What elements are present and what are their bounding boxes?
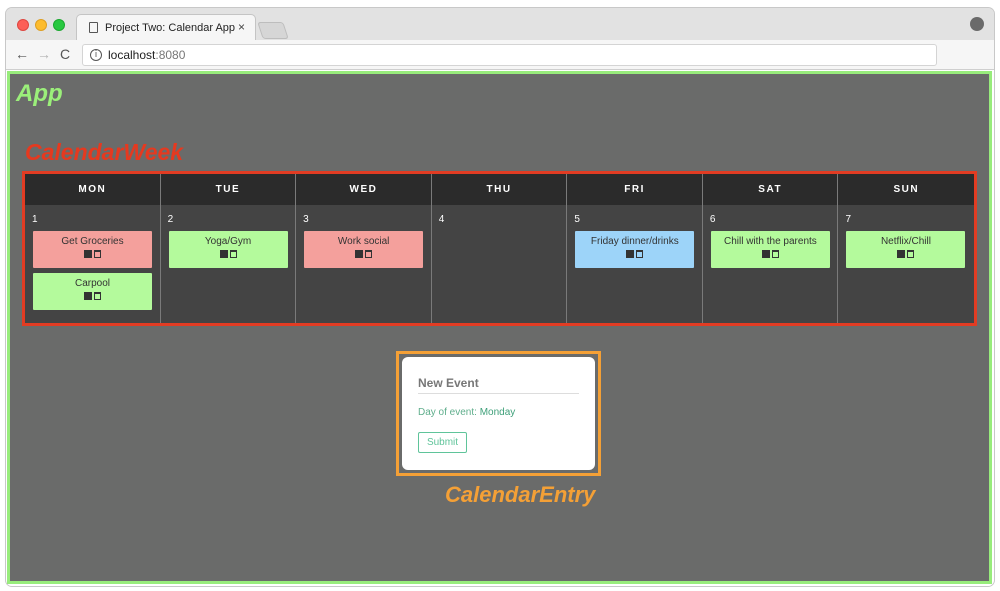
submit-button[interactable]: Submit (418, 432, 467, 453)
day-number: 5 (574, 214, 580, 225)
event-title: Carpool (74, 278, 111, 289)
event-card[interactable]: Netflix/Chill (846, 231, 966, 268)
info-icon[interactable]: i (90, 49, 102, 61)
day-column-fri: FRI 5 Friday dinner/drinks (567, 174, 703, 323)
edit-icon[interactable] (761, 250, 770, 258)
trash-icon[interactable] (636, 250, 644, 258)
event-title-input[interactable]: New Event (418, 376, 579, 394)
event-list: Get Groceries Carpool (33, 231, 152, 315)
day-number: 6 (709, 214, 716, 225)
day-number: 3 (303, 214, 309, 225)
trash-icon[interactable] (907, 250, 915, 258)
edit-icon[interactable] (219, 250, 228, 258)
day-number: 1 (32, 214, 38, 225)
new-tab-button[interactable] (257, 22, 289, 39)
url-text[interactable]: localhost:8080 (108, 48, 185, 62)
edit-icon[interactable] (84, 250, 92, 258)
day-column-mon: MON 1 Get Groceries Carpool (25, 174, 161, 323)
day-column-thu: THU 4 (431, 174, 568, 323)
event-card[interactable]: Friday dinner/drinks (575, 231, 695, 268)
trash-icon[interactable] (229, 250, 237, 258)
browser-toolbar: ← → C i localhost:8080 ☆ ⋮ (6, 40, 994, 70)
reload-icon[interactable]: C (60, 46, 70, 62)
forward-icon[interactable]: → (37, 46, 51, 62)
calendar-week-label: CalendarWeek (25, 139, 184, 165)
day-header: SUN (838, 174, 975, 205)
calendar-week: MON 1 Get Groceries Carpool TUE 2 Yoga/Gym WED 3… (22, 171, 977, 326)
event-card[interactable]: Work social (304, 231, 424, 268)
address-bar[interactable]: i localhost:8080 ☆ ⋮ (82, 44, 937, 66)
event-card[interactable]: Chill with the parents (710, 231, 830, 268)
page-viewport: App CalendarWeek MON 1 Get Groceries Carpoo… (6, 70, 994, 586)
day-of-event-value: Monday (479, 407, 516, 418)
event-actions (33, 250, 152, 259)
day-header: TUE (160, 174, 296, 205)
trash-icon[interactable] (94, 292, 101, 300)
tab-close-icon[interactable]: × (238, 20, 245, 34)
event-title: Chill with the parents (723, 236, 817, 247)
day-column-sun: SUN 7 Netflix/Chill (838, 174, 975, 323)
edit-icon[interactable] (355, 250, 364, 258)
browser-window: Project Two: Calendar App × ← → C i loca… (6, 8, 994, 586)
day-header: WED (296, 174, 431, 205)
app-container: App CalendarWeek MON 1 Get Groceries Carpoo… (7, 71, 992, 584)
maximize-window-button[interactable] (53, 19, 65, 31)
event-list: Netflix/Chill (846, 231, 966, 273)
day-header: SAT (702, 174, 838, 205)
edit-icon[interactable] (897, 250, 906, 258)
back-icon[interactable]: ← (15, 46, 29, 62)
event-actions (33, 292, 152, 301)
browser-tab[interactable]: Project Two: Calendar App × (76, 14, 256, 41)
day-header: THU (431, 174, 567, 205)
minimize-window-button[interactable] (35, 19, 47, 31)
event-title: Yoga/Gym (204, 236, 252, 247)
document-icon (89, 22, 98, 33)
day-of-event: Day of event: Monday (418, 407, 515, 418)
day-column-tue: TUE 2 Yoga/Gym (160, 174, 297, 323)
day-number: 2 (167, 214, 174, 225)
day-header: FRI (567, 174, 702, 205)
event-title: Netflix/Chill (880, 236, 931, 247)
calendar-entry: New Event Day of event: Monday Submit (396, 351, 601, 476)
event-title: Get Groceries (61, 236, 124, 247)
app-label: App (16, 80, 63, 107)
event-list: Work social (304, 231, 424, 273)
event-card[interactable]: Yoga/Gym (168, 231, 288, 268)
event-list: Friday dinner/drinks (575, 231, 695, 273)
profile-icon[interactable] (970, 17, 984, 31)
event-card[interactable]: Get Groceries (33, 231, 152, 268)
tab-strip: Project Two: Calendar App × (6, 8, 994, 41)
event-title: Friday dinner/drinks (590, 236, 679, 247)
event-actions (846, 250, 965, 259)
day-column-sat: SAT 6 Chill with the parents (702, 174, 839, 323)
trash-icon[interactable] (94, 250, 101, 258)
event-card[interactable]: Carpool (33, 273, 152, 310)
day-of-event-label: Day of event: (418, 407, 477, 418)
entry-card: New Event Day of event: Monday Submit (402, 357, 595, 470)
trash-icon[interactable] (771, 250, 779, 258)
day-number: 7 (845, 214, 852, 225)
event-actions (169, 250, 288, 259)
trash-icon[interactable] (365, 250, 373, 258)
close-window-button[interactable] (17, 19, 29, 31)
event-actions (304, 250, 423, 259)
event-actions (575, 250, 694, 259)
event-actions (711, 250, 830, 259)
day-column-wed: WED 3 Work social (296, 174, 432, 323)
event-title: Work social (337, 236, 390, 247)
edit-icon[interactable] (626, 250, 635, 258)
edit-icon[interactable] (84, 292, 92, 300)
day-number: 4 (438, 214, 445, 225)
tab-title: Project Two: Calendar App (105, 22, 236, 34)
calendar-entry-label: CalendarEntry (445, 482, 596, 507)
day-header: MON (25, 174, 160, 205)
event-list: Chill with the parents (710, 231, 830, 273)
event-list: Yoga/Gym (168, 231, 288, 273)
